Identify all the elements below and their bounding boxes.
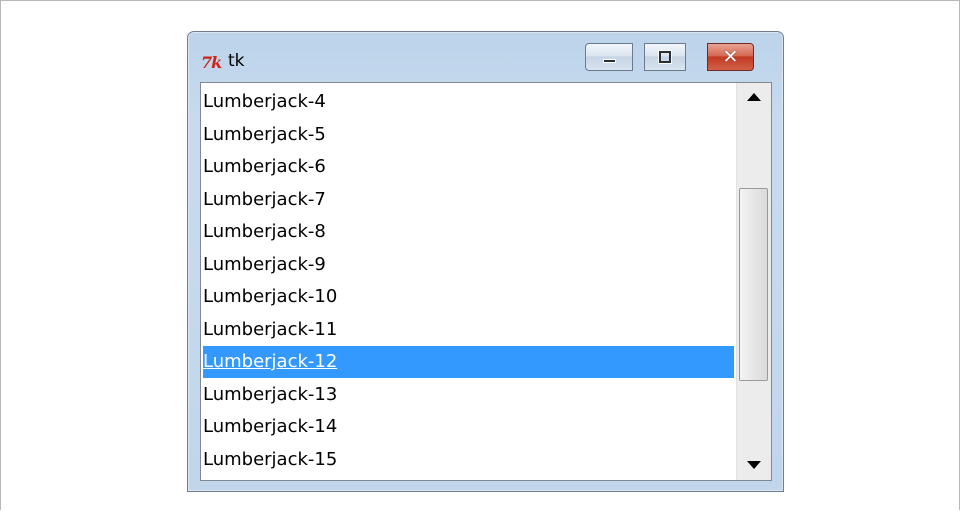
close-icon: ✕ — [722, 46, 739, 68]
close-button[interactable]: ✕ — [707, 43, 754, 71]
list-item[interactable]: Lumberjack-11 — [203, 314, 734, 346]
maximize-icon — [659, 51, 671, 63]
vertical-scrollbar[interactable] — [736, 83, 771, 480]
tk-logo-icon: 7k — [201, 53, 222, 72]
list-item[interactable]: Lumberjack-14 — [203, 411, 734, 443]
minimize-icon — [603, 59, 616, 63]
list-item[interactable]: Lumberjack-9 — [203, 249, 734, 281]
list-item[interactable]: Lumberjack-4 — [203, 86, 734, 118]
client-area: Lumberjack-4 Lumberjack-5 Lumberjack-6 Lumb… — [200, 82, 772, 481]
scroll-up-button[interactable] — [738, 84, 770, 114]
list-item[interactable]: Lumberjack-12 — [203, 346, 734, 378]
list-item[interactable]: Lumberjack-13 — [203, 379, 734, 411]
list-item[interactable]: Lumberjack-10 — [203, 281, 734, 313]
scroll-down-button[interactable] — [738, 449, 770, 479]
scrollbar-track[interactable] — [737, 115, 771, 448]
maximize-button[interactable] — [644, 43, 686, 71]
list-item[interactable]: Lumberjack-5 — [203, 119, 734, 151]
tk-window: 7k tk ✕ Lumberjack-4 Lumberjack-5 Lumberja… — [187, 31, 784, 492]
list-item[interactable]: Lumberjack-15 — [203, 444, 734, 476]
list-item[interactable]: Lumberjack-7 — [203, 184, 734, 216]
list-item[interactable]: Lumberjack-6 — [203, 151, 734, 183]
window-title: tk — [228, 51, 245, 71]
list-item[interactable]: Lumberjack-8 — [203, 216, 734, 248]
listbox[interactable]: Lumberjack-4 Lumberjack-5 Lumberjack-6 Lumb… — [201, 83, 736, 480]
arrow-down-icon — [747, 461, 761, 469]
minimize-button[interactable] — [585, 43, 633, 71]
title-bar[interactable]: 7k tk ✕ — [188, 32, 783, 82]
arrow-up-icon — [747, 93, 761, 101]
scrollbar-thumb[interactable] — [739, 188, 768, 382]
